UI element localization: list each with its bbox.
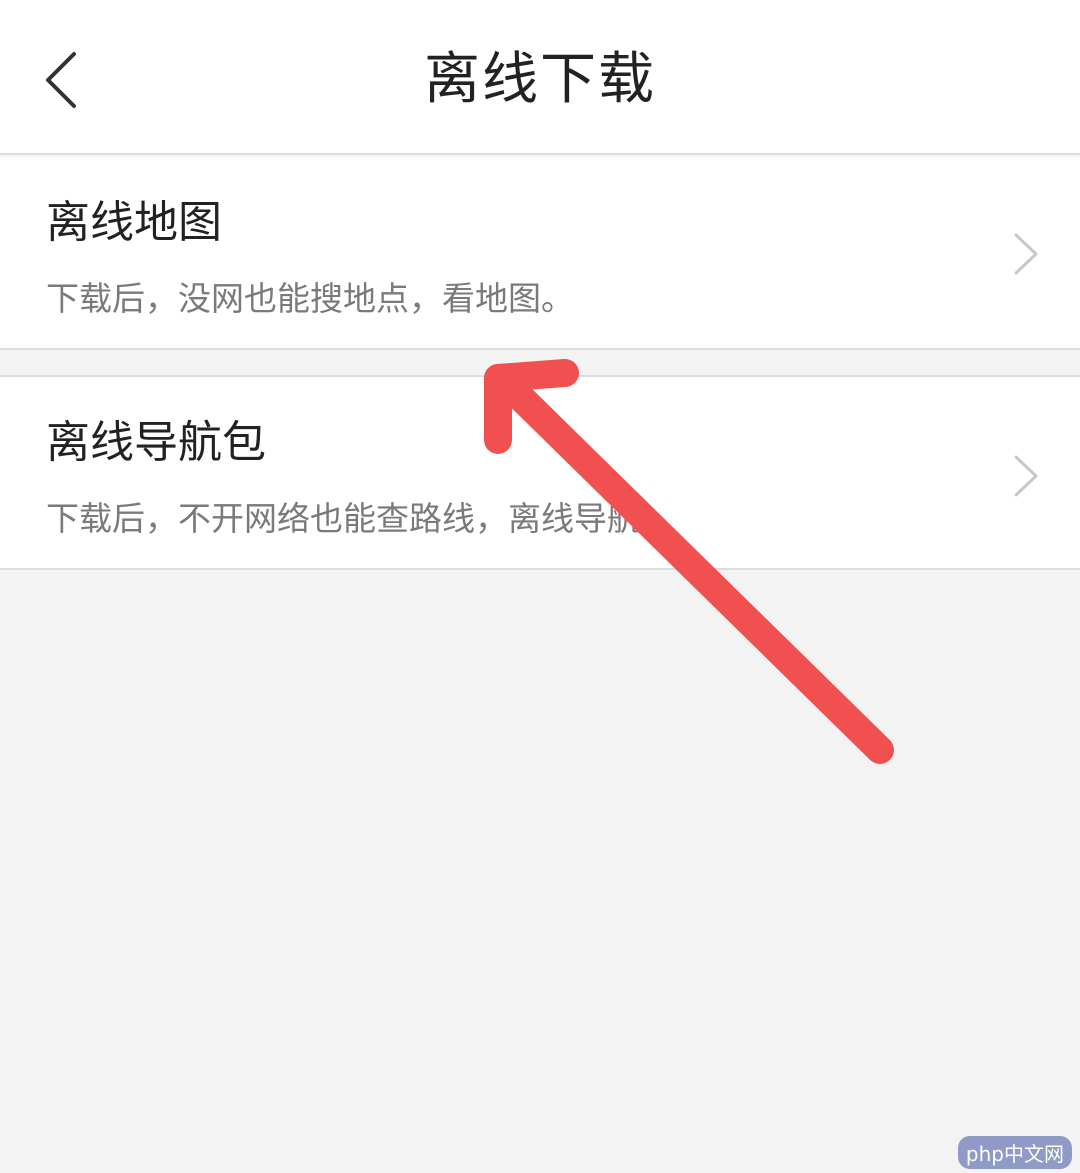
watermark-logo: php中文网 — [957, 1136, 1072, 1169]
list-item-offline-map[interactable]: 离线地图 下载后，没网也能搜地点，看地图。 — [0, 157, 1080, 350]
chevron-right-icon — [1014, 455, 1038, 497]
item-title: 离线导航包 — [46, 417, 266, 468]
chevron-right-icon — [1014, 233, 1038, 275]
page-title: 离线下载 — [424, 47, 656, 112]
item-title: 离线地图 — [46, 197, 222, 248]
item-description: 下载后，不开网络也能查路线，离线导航。 — [46, 499, 673, 538]
list-item-offline-navigation[interactable]: 离线导航包 下载后，不开网络也能查路线，离线导航。 — [0, 375, 1080, 570]
item-description: 下载后，没网也能搜地点，看地图。 — [46, 279, 574, 318]
chevron-left-icon — [46, 52, 76, 108]
screen: 离线下载 离线地图 下载后，没网也能搜地点，看地图。 离线导航包 下载后，不开网… — [0, 0, 1080, 1173]
back-button[interactable] — [30, 40, 100, 120]
header-bar: 离线下载 — [0, 0, 1080, 155]
